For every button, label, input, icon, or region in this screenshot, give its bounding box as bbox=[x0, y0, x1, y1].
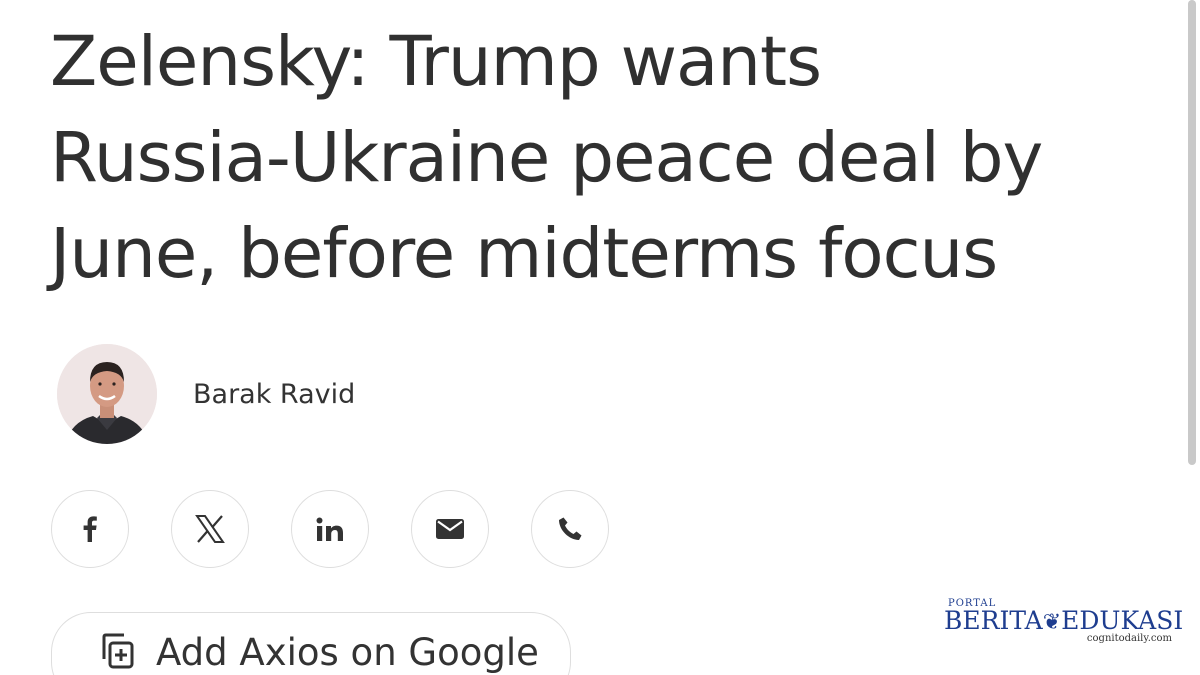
share-linkedin-button[interactable] bbox=[291, 490, 369, 568]
x-icon bbox=[195, 515, 225, 543]
share-phone-button[interactable] bbox=[531, 490, 609, 568]
linkedin-icon bbox=[316, 517, 344, 541]
author-byline[interactable]: Barak Ravid bbox=[57, 344, 355, 444]
share-x-button[interactable] bbox=[171, 490, 249, 568]
add-axios-label: Add Axios on Google bbox=[156, 631, 539, 674]
share-buttons bbox=[51, 490, 609, 568]
share-facebook-button[interactable] bbox=[51, 490, 129, 568]
article-headline: Zelensky: Trump wants Russia-Ukraine pea… bbox=[50, 14, 1170, 302]
headline-line-2: Russia-Ukraine peace deal by bbox=[50, 118, 1043, 198]
add-to-collection-icon bbox=[96, 631, 136, 675]
watermark-edukasi-text: EDUKASI bbox=[1061, 606, 1184, 635]
watermark-berita-text: BERITA bbox=[944, 606, 1043, 635]
author-avatar[interactable] bbox=[57, 344, 157, 444]
article-page: Zelensky: Trump wants Russia-Ukraine pea… bbox=[0, 0, 1200, 675]
author-name[interactable]: Barak Ravid bbox=[193, 379, 355, 410]
scrollbar[interactable] bbox=[1188, 0, 1196, 465]
headline-line-1: Zelensky: Trump wants bbox=[50, 22, 822, 102]
quill-icon: ❦ bbox=[1042, 610, 1062, 635]
email-icon bbox=[436, 519, 464, 539]
facebook-icon bbox=[83, 516, 97, 542]
watermark-title: BERITA❦EDUKASI bbox=[944, 606, 1183, 635]
portal-berita-edukasi-watermark: PORTAL BERITA❦EDUKASI cognitodaily.com bbox=[944, 598, 1184, 648]
watermark-site: cognitodaily.com bbox=[1086, 633, 1172, 644]
share-email-button[interactable] bbox=[411, 490, 489, 568]
phone-icon bbox=[557, 516, 583, 542]
headline-line-3: June, before midterms focus bbox=[50, 214, 998, 294]
add-axios-on-google-button[interactable]: Add Axios on Google bbox=[51, 612, 571, 675]
